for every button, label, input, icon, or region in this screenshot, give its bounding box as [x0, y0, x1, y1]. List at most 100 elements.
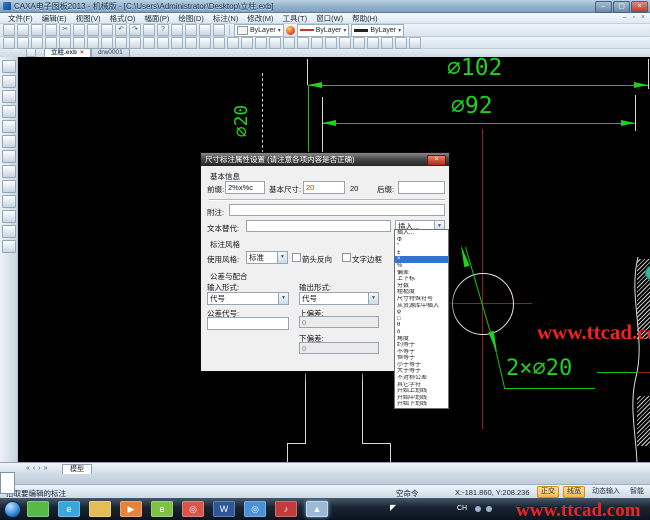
parallel-icon[interactable] [101, 37, 113, 49]
regen-icon[interactable] [409, 37, 421, 49]
paste-icon[interactable] [87, 24, 99, 36]
dropdown-item-12[interactable]: φ [395, 309, 448, 316]
undo-icon[interactable]: ↶ [115, 24, 127, 36]
leader-icon[interactable] [227, 37, 239, 49]
folder-icon[interactable] [89, 501, 111, 517]
prefix-input[interactable]: 2%x%c [225, 181, 265, 194]
dropdown-item-20[interactable]: 小于等于 [395, 362, 448, 369]
caxa-app-icon[interactable]: ▲ [306, 501, 328, 517]
menu-item-1[interactable]: 编辑(E) [42, 13, 67, 24]
menu-item-4[interactable]: 幅面(P) [144, 13, 169, 24]
dropdown-item-26[interactable]: 开始下划线 [395, 401, 448, 408]
tray-icon[interactable] [486, 506, 492, 512]
print-preview-icon[interactable] [213, 24, 225, 36]
sheet-nav-button-3[interactable]: » [44, 465, 48, 473]
tab-drw0001[interactable]: drw0001 [91, 48, 130, 57]
format-painter-icon[interactable] [101, 24, 113, 36]
copy-icon[interactable] [73, 24, 85, 36]
model-sheet-tab[interactable]: 模型 [62, 464, 92, 474]
select-icon[interactable] [3, 37, 15, 49]
output-form-combo[interactable]: 代号 ▼ [299, 292, 379, 305]
dock-new-icon[interactable] [2, 60, 16, 73]
sheet-nav-button-2[interactable]: › [38, 465, 40, 473]
chevron-down-icon[interactable]: ▼ [278, 293, 288, 304]
array-icon[interactable] [325, 37, 337, 49]
tray-language-indicator[interactable]: CH [457, 505, 467, 512]
dropdown-item-9[interactable]: 粗糙度 [395, 289, 448, 296]
menu-item-8[interactable]: 工具(T) [283, 13, 308, 24]
color-palette-icon[interactable] [286, 26, 295, 35]
status-toggle-0[interactable]: 正交 [537, 486, 559, 498]
basic-size-input[interactable]: 20 [303, 181, 345, 194]
break-icon[interactable] [269, 37, 281, 49]
mirror-icon[interactable] [311, 37, 323, 49]
chrome-browser-icon[interactable]: ◎ [182, 501, 204, 517]
menu-item-7[interactable]: 修改(M) [247, 13, 273, 24]
dropdown-item-19[interactable]: 恒等于 [395, 355, 448, 362]
new-sheet-button[interactable] [26, 48, 36, 57]
color-style-combo[interactable]: ByLayer ▾ [234, 24, 284, 37]
menu-item-0[interactable]: 文件(F) [8, 13, 33, 24]
help-icon[interactable]: ? [157, 24, 169, 36]
dock-erase-icon[interactable] [2, 195, 16, 208]
arc-icon[interactable] [129, 37, 141, 49]
chevron-down-icon[interactable]: ▼ [368, 293, 378, 304]
music-app-icon[interactable]: ♪ [275, 501, 297, 517]
ortho-icon[interactable] [45, 37, 57, 49]
save-icon[interactable] [31, 24, 43, 36]
dropdown-item-14[interactable]: θ [395, 322, 448, 329]
dock-circle-icon[interactable] [2, 105, 16, 118]
cut-icon[interactable]: ✂ [59, 24, 71, 36]
link-icon[interactable] [143, 24, 155, 36]
extend-icon[interactable] [297, 37, 309, 49]
dropdown-item-7[interactable]: 上下标 [395, 276, 448, 283]
dropdown-item-21[interactable]: 大于等于 [395, 368, 448, 375]
dropdown-item-1[interactable]: Φ [395, 237, 448, 244]
tab-lizhu-exb[interactable]: 立柱.exb × [44, 48, 91, 57]
dropdown-item-23[interactable]: 其它字符 [395, 382, 448, 389]
dropdown-item-8[interactable]: 分数 [395, 283, 448, 290]
maximize-button[interactable]: ▢ [613, 1, 630, 13]
menu-item-9[interactable]: 窗口(W) [316, 13, 343, 24]
dimension-d20-vertical[interactable]: ∅20 [231, 91, 249, 151]
dock-line-icon[interactable] [2, 90, 16, 103]
zoom-in-icon[interactable] [367, 37, 379, 49]
dropdown-item-16[interactable]: 角度 [395, 336, 448, 343]
close-button[interactable]: × [631, 1, 648, 13]
status-toggle-2[interactable]: 动态输入 [589, 487, 623, 497]
dropdown-item-2[interactable]: ° [395, 243, 448, 250]
dimension-d92[interactable]: ∅92 [451, 93, 493, 119]
circle-icon[interactable] [115, 37, 127, 49]
tray-icon[interactable] [475, 506, 481, 512]
menu-item-5[interactable]: 绘图(D) [178, 13, 203, 24]
media-player-icon[interactable]: ▶ [120, 501, 142, 517]
redo-icon[interactable]: ↷ [129, 24, 141, 36]
dropdown-item-5[interactable]: % [395, 263, 448, 270]
dock-text-icon[interactable] [2, 165, 16, 178]
pen-icon[interactable] [199, 24, 211, 36]
lamp-icon[interactable] [185, 24, 197, 36]
grid-icon[interactable] [31, 37, 43, 49]
dropdown-item-18[interactable]: 不等于 [395, 349, 448, 356]
input-form-combo[interactable]: 代号 ▼ [207, 292, 289, 305]
text-replace-input[interactable] [246, 220, 391, 232]
dropdown-item-25[interactable]: 开始中划线 [395, 395, 448, 402]
status-toggle-3[interactable]: 智能 [627, 487, 647, 497]
sheet-nav-button-0[interactable]: « [26, 465, 30, 473]
datum-icon[interactable] [255, 37, 267, 49]
word-document-icon[interactable]: W [213, 501, 235, 517]
rotate-icon[interactable] [353, 37, 365, 49]
print-icon[interactable] [45, 24, 57, 36]
snap-icon[interactable] [59, 37, 71, 49]
dock-open-icon[interactable] [2, 75, 16, 88]
status-toggle-1[interactable]: 线宽 [563, 486, 585, 498]
zoom-out-icon[interactable] [381, 37, 393, 49]
dimension-icon[interactable] [213, 37, 225, 49]
hole-circle[interactable] [452, 273, 514, 335]
dropdown-item-10[interactable]: 尺寸特殊符号 [395, 296, 448, 303]
dropdown-item-4[interactable]: × [395, 256, 448, 263]
layer-toggle-icon[interactable] [171, 24, 183, 36]
menu-item-10[interactable]: 帮助(H) [352, 13, 377, 24]
dropdown-item-17[interactable]: 约等于 [395, 342, 448, 349]
dropdown-item-0[interactable]: 插入... [395, 230, 448, 237]
